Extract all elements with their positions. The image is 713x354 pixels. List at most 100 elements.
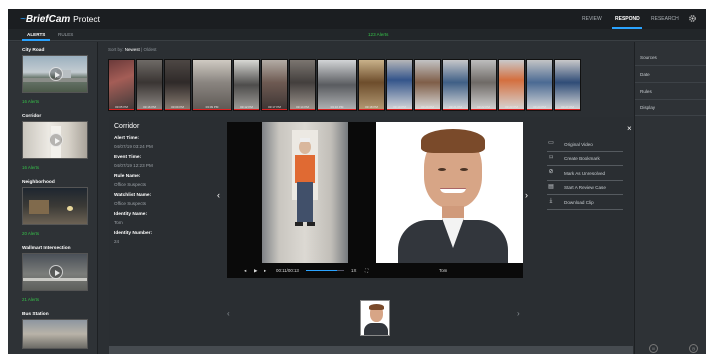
location-card[interactable]: Neighborhood 20 Alerts (22, 180, 92, 236)
nav-review[interactable]: REVIEW (582, 16, 602, 22)
brand-name: BriefCam (25, 14, 71, 25)
play-icon[interactable] (49, 67, 63, 81)
playback-speed[interactable]: 1X (351, 268, 356, 273)
filter-display[interactable]: Display (640, 105, 655, 110)
alert-thumbnail[interactable]: 03:23 PM (498, 59, 525, 111)
alert-thumbnail[interactable]: 03:20 PM (414, 59, 441, 111)
alert-flag (443, 108, 468, 110)
location-thumbnail[interactable] (22, 121, 88, 159)
alert-thumbnail[interactable]: 03:16 PM (317, 59, 357, 111)
fullscreen-icon[interactable]: ⛶ (365, 268, 368, 273)
nav-respond[interactable]: RESPOND (615, 16, 640, 22)
location-alert-count: 16 Alerts (22, 99, 40, 104)
mark-unresolved-action[interactable]: ⊘ Mark As Unresolved (547, 166, 623, 181)
sub-bar: ALERTS RULES 123 Alerts (8, 29, 706, 41)
alert-flag (387, 108, 412, 110)
case-icon: ▤ (548, 183, 554, 190)
sort-oldest[interactable]: Oldest (144, 47, 157, 52)
previous-face-arrow[interactable]: ‹ (227, 309, 230, 318)
tab-rules[interactable]: RULES (58, 32, 73, 37)
rule-name-value: Office Suspects (114, 182, 147, 187)
alert-thumbnail[interactable]: 03:12 PM (233, 59, 260, 111)
create-bookmark-action[interactable]: ⌑ Create Bookmark (547, 152, 623, 166)
location-name: Neighborhood (22, 180, 55, 185)
original-video-action[interactable]: ▭ Original Video (547, 137, 623, 152)
alert-thumbnail[interactable]: 03:21 PM (442, 59, 469, 111)
identity-photo (376, 122, 523, 263)
location-name: Wallmart Intersection (22, 246, 71, 251)
play-icon[interactable] (49, 265, 63, 279)
close-icon[interactable]: × (627, 124, 632, 133)
step-forward-icon[interactable]: ▸ (264, 268, 266, 274)
alert-thumbnail[interactable]: 03:09 PM (192, 59, 232, 111)
app-window: ~BriefCam Protect REVIEW RESPOND RESEARC… (8, 9, 706, 354)
alert-thumbnail[interactable]: 03:19 PM (386, 59, 413, 111)
alert-thumbnail[interactable]: 03:27 PM (554, 59, 581, 111)
clock-icon[interactable]: ◷ (689, 344, 698, 353)
nav-research[interactable]: RESEARCH (651, 16, 679, 22)
filter-rules[interactable]: Rules (640, 89, 652, 94)
alert-thumbnail[interactable]: 03:24 PM (526, 59, 553, 111)
alert-thumbnail[interactable]: 03:05 PM (108, 59, 135, 111)
action-label: Mark As Unresolved (564, 170, 606, 176)
alert-thumbnail[interactable]: 03:16 PM (136, 59, 163, 111)
divider (635, 82, 706, 83)
alert-flag (471, 108, 496, 110)
alert-thumbnail[interactable]: 03:17 PM (261, 59, 288, 111)
previous-alert-arrow[interactable]: ‹ (217, 190, 220, 200)
divider (635, 65, 706, 66)
download-icon: ⤓ (549, 198, 553, 204)
alert-flag (318, 108, 356, 110)
location-card[interactable]: Corridor 16 Alerts (22, 114, 92, 170)
video-progress-bar[interactable] (306, 269, 344, 271)
video-frame[interactable] (262, 122, 348, 263)
identity-name-value: Tom (114, 220, 123, 225)
location-card[interactable]: Wallmart Intersection 21 Alerts (22, 246, 92, 302)
play-icon[interactable]: ▶ (254, 268, 257, 274)
alert-flag (290, 108, 315, 110)
alert-flag (555, 108, 580, 110)
watchlist-name-label: Watchlist Name: (114, 193, 152, 198)
next-face-arrow[interactable]: › (517, 309, 520, 318)
location-thumbnail[interactable] (22, 55, 88, 93)
divider (635, 115, 706, 116)
filter-date[interactable]: Date (640, 72, 650, 77)
play-icon[interactable] (49, 133, 63, 147)
start-review-case-action[interactable]: ▤ Start A Review Case (547, 181, 623, 195)
alert-thumbnail[interactable]: 03:14 PM (289, 59, 316, 111)
alert-detail-panel: Corridor Alert Time: 04/07/19 03:24 PM E… (109, 117, 633, 354)
alert-thumbnail[interactable]: 03:09 PM (164, 59, 191, 111)
alert-flag (527, 108, 552, 110)
video-controls: ◂ ▶ ▸ 00:11/00:13 1X ⛶ Tom (227, 263, 523, 278)
rule-name-label: Rule Name: (114, 174, 141, 179)
video-camera-icon: ▭ (548, 140, 554, 146)
video-time: 00:11/00:13 (276, 268, 299, 273)
step-back-icon[interactable]: ◂ (244, 268, 246, 274)
next-alert-arrow[interactable]: › (525, 190, 528, 200)
action-label: Start A Review Case (564, 185, 606, 190)
alert-thumbnail[interactable]: 03:22 PM (470, 59, 497, 111)
alert-flag (109, 108, 134, 110)
alert-total-count: 123 Alerts (368, 32, 389, 37)
alert-thumbnail[interactable]: 03:18 PM (358, 59, 385, 111)
alert-thumbnail-strip: 03:05 PM 03:16 PM 03:09 PM 03:09 PM 03:1… (108, 59, 632, 115)
download-clip-action[interactable]: ⤓ Download Clip (547, 195, 623, 210)
location-alert-count: 16 Alerts (22, 165, 40, 170)
location-thumbnail[interactable] (22, 253, 88, 291)
location-card[interactable]: City Road 16 Alerts (22, 48, 92, 104)
location-thumbnail[interactable] (22, 319, 88, 349)
eye-slash-icon: ⊘ (548, 169, 554, 175)
divider (635, 99, 706, 100)
location-thumbnail[interactable] (22, 187, 88, 225)
sort-newest[interactable]: Newest (125, 47, 140, 52)
gear-icon[interactable] (688, 14, 697, 23)
filter-sources[interactable]: Sources (640, 55, 657, 60)
filter-panel: Sources Date Rules Display II ◷ (634, 42, 706, 354)
brand-product: Protect (73, 14, 101, 24)
tab-alerts[interactable]: ALERTS (27, 32, 45, 37)
alert-time-label: Alert Time: (114, 136, 139, 141)
matched-face-thumbnail[interactable] (360, 300, 390, 336)
location-card[interactable]: Bus Station (22, 312, 92, 349)
location-name: Corridor (22, 114, 42, 119)
pause-icon[interactable]: II (649, 344, 658, 353)
